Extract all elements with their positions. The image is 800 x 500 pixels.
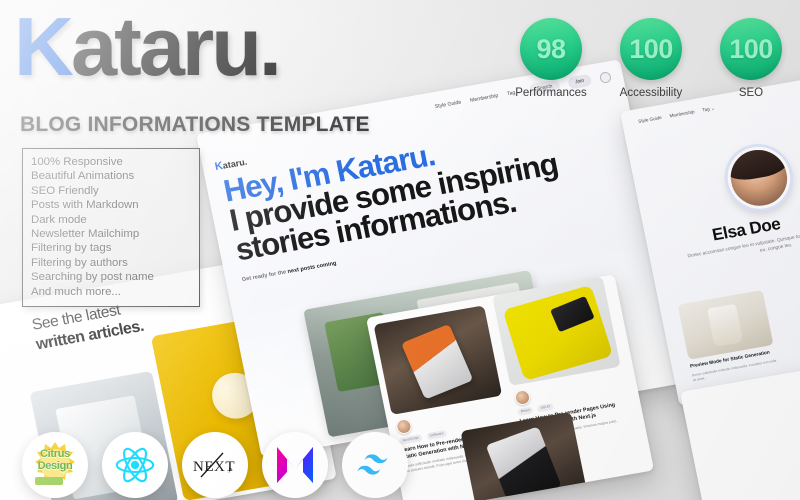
score-performances: 98 Performances	[515, 18, 587, 99]
author-avatar	[513, 388, 532, 407]
tech-badges: Citrus Design NEXT .js	[22, 432, 408, 498]
react-logo-icon	[102, 432, 168, 498]
brand-rest: ataru.	[70, 0, 282, 93]
list-item: Beautiful Animations	[31, 170, 135, 183]
list-item: Searching by post name	[31, 271, 154, 284]
list-item: Dark mode	[31, 213, 87, 226]
nav-item-style-guide[interactable]: Style Guide	[638, 115, 663, 125]
tag[interactable]: React	[517, 406, 534, 416]
page-title: Kataru.	[14, 5, 282, 88]
tag[interactable]: UI/UX	[537, 402, 554, 413]
list-item: SEO Friendly	[31, 184, 99, 197]
list-item: Filtering by tags	[31, 242, 112, 255]
nav-item-tag[interactable]: Tag ⌄	[702, 106, 716, 114]
list-item: Posts with Markdown	[31, 199, 139, 212]
score-accessibility: 100 Accessibility	[616, 18, 686, 99]
nav-item-membership[interactable]: Membership	[669, 109, 695, 119]
citrus-logo-line2: Design	[37, 460, 73, 472]
svg-text:.js: .js	[227, 467, 233, 473]
article-thumbnail	[373, 305, 503, 415]
author-post-card[interactable]: Preview Mode for Static Generation Donec…	[677, 289, 779, 383]
list-item: Filtering by authors	[31, 256, 128, 269]
article-thumbnail	[677, 289, 774, 360]
citrus-design-logo-icon: Citrus Design	[22, 432, 88, 498]
page-subtitle: BLOG INFORMATIONS TEMPLATE	[20, 113, 370, 136]
score-seo: 100 SEO	[716, 18, 786, 99]
nextjs-logo-icon: NEXT .js	[182, 432, 248, 498]
score-label: Accessibility	[619, 87, 683, 99]
hero-logo-rest: ataru.	[221, 156, 248, 171]
lighthouse-scores: 98 Performances 100 Accessibility 100 SE…	[515, 18, 786, 99]
feature-list: 100% Responsive Beautiful Animations SEO…	[22, 148, 200, 308]
brand-letter-k: K	[14, 0, 74, 93]
author-avatar	[722, 142, 796, 214]
list-item: 100% Responsive	[31, 156, 123, 168]
tailwind-logo-icon	[342, 432, 408, 498]
hero-subtext-plain: Get ready for the	[241, 269, 289, 284]
list-item: And much more...	[31, 285, 121, 298]
citrus-logo-line1: Citrus	[40, 448, 70, 460]
article-thumbnail	[492, 276, 621, 386]
tag[interactable]: Software	[425, 429, 448, 440]
promo-banner: See the latest written articles. Style G…	[0, 0, 800, 500]
score-value: 100	[720, 18, 782, 80]
score-value: 98	[520, 18, 582, 80]
score-label: SEO	[738, 87, 764, 99]
score-label: Performances	[515, 87, 587, 99]
list-item: Newsletter Mailchimp	[31, 228, 140, 241]
nav-item-membership[interactable]: Membership	[470, 93, 499, 104]
hero-subtext-bold: next posts coming	[287, 260, 337, 276]
feature-list-items: 100% Responsive Beautiful Animations SEO…	[31, 155, 191, 299]
framer-motion-logo-icon	[262, 432, 328, 498]
nav-item-style-guide[interactable]: Style Guide	[434, 100, 462, 111]
score-value: 100	[620, 18, 682, 80]
